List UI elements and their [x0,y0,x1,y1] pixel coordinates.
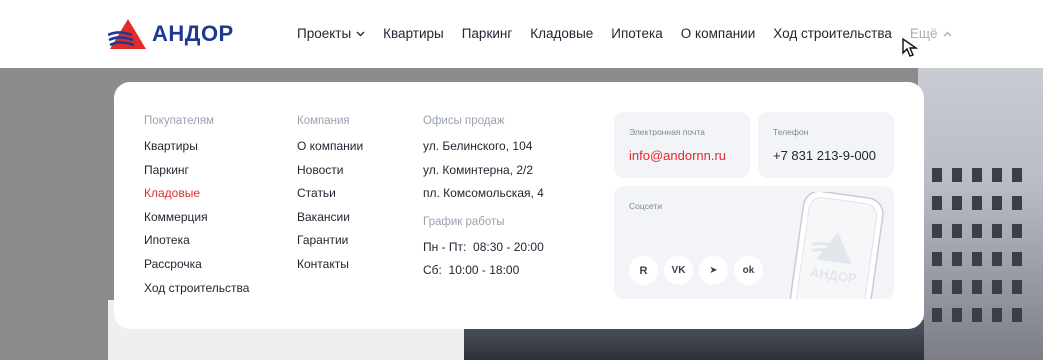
email-link[interactable]: info@andornn.ru [629,148,726,163]
logo-text: АНДОР [152,21,234,46]
mega-menu-dropdown: Покупателям Квартиры Паркинг Кладовые Ко… [114,82,924,329]
schedule-weekdays: Пн - Пт: 08:30 - 20:00 [423,239,544,254]
phone-card: Телефон +7 831 213-9-000 [758,112,894,178]
menu-link-contacts[interactable]: Контакты [297,257,363,281]
column-title: Офисы продаж [423,115,505,127]
column-title: Компания [297,115,350,127]
mouse-cursor-icon [902,38,919,57]
menu-link-parking[interactable]: Паркинг [144,163,249,187]
menu-link-installment[interactable]: Рассрочка [144,257,249,281]
phone-link[interactable]: +7 831 213-9-000 [773,148,876,163]
nav-item-about[interactable]: О компании [681,26,755,41]
logo-icon [108,19,146,49]
schedule-saturday: Сб: 10:00 - 18:00 [423,263,520,278]
chevron-up-icon [943,31,951,36]
site-header: АНДОР Проекты Квартиры Паркинг Кладовые … [0,0,1043,68]
vk-icon[interactable]: VK [664,256,693,285]
logo[interactable]: АНДОР [108,18,234,50]
menu-link-storage[interactable]: Кладовые [144,186,249,210]
company-column: Компания О компании Новости Статьи Вакан… [297,115,363,281]
office-address[interactable]: ул. Белинского, 104 [423,139,544,163]
menu-link-vacancies[interactable]: Вакансии [297,210,363,234]
nav-item-construction[interactable]: Ход строительства [773,26,892,41]
schedule-title: График работы [423,215,505,228]
building-photo [918,68,1043,360]
phone-illustration: АНДОР [787,192,884,299]
column-title: Покупателям [144,115,214,127]
menu-link-about[interactable]: О компании [297,139,363,163]
menu-link-articles[interactable]: Статьи [297,186,363,210]
socials-label: Соцсети [629,201,662,211]
rutube-icon[interactable]: R [629,256,658,285]
menu-link-news[interactable]: Новости [297,163,363,187]
nav-item-storage[interactable]: Кладовые [530,26,593,41]
nav-item-mortgage[interactable]: Ипотека [611,26,662,41]
social-links: R VK ➤ ok [629,256,763,285]
menu-link-commercial[interactable]: Коммерция [144,210,249,234]
office-address[interactable]: ул. Коминтерна, 2/2 [423,163,544,187]
odnoklassniki-icon[interactable]: ok [734,256,763,285]
nav-item-projects[interactable]: Проекты [297,26,365,41]
buyers-column: Покупателям Квартиры Паркинг Кладовые Ко… [144,115,249,304]
menu-link-mortgage[interactable]: Ипотека [144,233,249,257]
email-label: Электронная почта [629,127,705,137]
menu-link-apartments[interactable]: Квартиры [144,139,249,163]
chevron-down-icon [356,31,365,36]
menu-link-guarantees[interactable]: Гарантии [297,233,363,257]
socials-card: Соцсети R VK ➤ ok АНДОР [614,186,894,299]
office-address[interactable]: пл. Комсомольская, 4 [423,186,544,210]
email-card: Электронная почта info@andornn.ru [614,112,750,178]
offices-column: Офисы продаж ул. Белинского, 104 ул. Ком… [423,115,544,287]
nav-item-parking[interactable]: Паркинг [462,26,513,41]
menu-link-construction[interactable]: Ход строительства [144,281,249,305]
phone-label: Телефон [773,127,809,137]
main-nav: Проекты Квартиры Паркинг Кладовые Ипотек… [297,26,952,41]
nav-item-apartments[interactable]: Квартиры [383,26,444,41]
telegram-icon[interactable]: ➤ [699,256,728,285]
